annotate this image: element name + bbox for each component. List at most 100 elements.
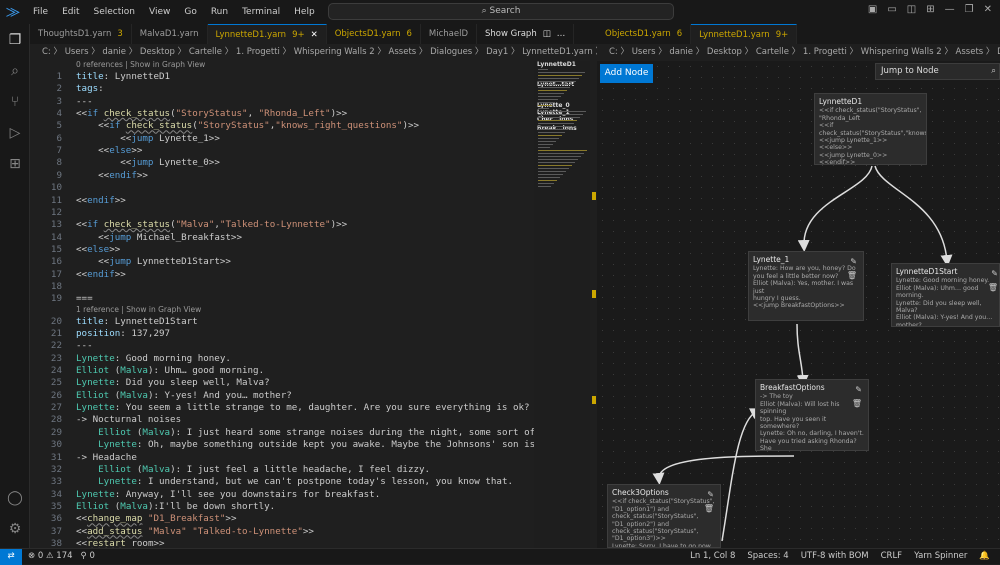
graph-node[interactable]: LynnetteD1Start Lynette: Good morning hon…: [891, 263, 1000, 327]
explorer-icon[interactable]: ❐: [0, 24, 30, 55]
code-line[interactable]: position: 137,297: [76, 328, 170, 339]
code-editor[interactable]: 0 references | Show in Graph View 1 title:…: [30, 61, 534, 548]
minimap[interactable]: LynnetteD1Lynet…tartLynette_0Lynette_1Ch…: [534, 61, 590, 548]
code-line[interactable]: ===: [76, 293, 93, 304]
breadcrumb-right[interactable]: C: 〉 Users 〉 danie 〉 Desktop 〉 Cartelle …: [597, 44, 1000, 61]
delete-node-icon[interactable]: 🗑: [988, 283, 998, 291]
code-line[interactable]: Elliot (Malva): Y-yes! And you… mother?: [76, 390, 292, 401]
layout-toggle-icon[interactable]: ▣: [868, 4, 877, 15]
ports-indicator[interactable]: ⚲ 0: [81, 549, 95, 564]
code-line[interactable]: <<jump Michael_Breakfast>>: [76, 232, 242, 243]
code-line[interactable]: ---: [76, 96, 93, 107]
code-line[interactable]: <<if check_status("StoryStatus","knows_r…: [76, 120, 419, 131]
extensions-icon[interactable]: ⊞: [0, 148, 30, 179]
delete-node-icon[interactable]: 🗑: [847, 271, 857, 279]
manage-gear-icon[interactable]: ⚙: [0, 513, 30, 544]
minimize-icon[interactable]: —: [945, 4, 955, 15]
tab-lynnette[interactable]: LynnetteD1.yarn 9+ ✕: [207, 24, 327, 44]
code-line[interactable]: Elliot (Malva): I just feel a little hea…: [76, 464, 430, 475]
graph-node[interactable]: Lynette_1 Lynette: How are you, honey? Do…: [748, 251, 864, 321]
code-line[interactable]: <<jump Lynette_1>>: [76, 133, 220, 144]
graph-node[interactable]: LynnetteD1 <<if check_status("StoryStatus…: [814, 93, 927, 165]
tab-objects[interactable]: ObjectsD1.yarn 6: [327, 24, 421, 44]
breadcrumb-left[interactable]: C: 〉 Users 〉 danie 〉 Desktop 〉 Cartelle …: [30, 44, 597, 61]
problems-indicator[interactable]: ⊗ 0 ⚠ 174: [28, 549, 73, 564]
sidebar-toggle-icon[interactable]: ◫: [907, 4, 916, 15]
close-window-icon[interactable]: ✕: [984, 4, 992, 15]
code-line[interactable]: tags:: [76, 83, 104, 94]
delete-node-icon[interactable]: 🗑: [704, 504, 714, 512]
code-line[interactable]: <<change_map "D1_Breakfast">>: [76, 513, 236, 524]
code-line[interactable]: Lynette: Did you sleep well, Malva?: [76, 377, 270, 388]
code-line[interactable]: <<endif>>: [76, 269, 126, 280]
code-line[interactable]: Elliot (Malva): Uhm… good morning.: [76, 365, 264, 376]
edit-node-icon[interactable]: ✎: [991, 269, 998, 277]
indentation[interactable]: Spaces: 4: [747, 549, 788, 564]
add-node-button[interactable]: Add Node: [600, 64, 653, 83]
code-line[interactable]: Elliot (Malva):I'll be down shortly.: [76, 501, 275, 512]
graph-view[interactable]: LynnetteD1 <<if check_status("StoryStatus…: [597, 61, 1000, 548]
editor-scrollbar[interactable]: [590, 61, 596, 548]
split-editor-icon[interactable]: ◫: [543, 24, 551, 44]
menu-view[interactable]: View: [142, 7, 177, 17]
code-line[interactable]: Elliot (Malva): I just heard some strang…: [76, 427, 534, 438]
graph-node[interactable]: Check3Options <<if check_status("StorySta…: [607, 484, 721, 548]
code-line[interactable]: <<endif>>: [76, 170, 148, 181]
code-line[interactable]: Lynette: Good morning honey.: [76, 353, 231, 364]
code-line[interactable]: <<jump LynnetteD1Start>>: [76, 256, 231, 267]
code-line[interactable]: Lynette: Anyway, I'll see you downstairs…: [76, 489, 380, 500]
code-line[interactable]: Lynette: You seem a little strange to me…: [76, 402, 530, 413]
command-center-search[interactable]: ⌕ Search: [328, 3, 674, 20]
tab-objects-right[interactable]: ObjectsD1.yarn 6: [597, 24, 692, 44]
menu-run[interactable]: Run: [204, 7, 235, 17]
edit-node-icon[interactable]: ✎: [707, 490, 714, 498]
code-line[interactable]: <<jump Lynette_0>>: [76, 157, 220, 168]
panel-toggle-icon[interactable]: ▭: [887, 4, 896, 15]
end-of-line[interactable]: CRLF: [881, 549, 902, 564]
code-line[interactable]: <<else>>: [76, 244, 120, 255]
account-icon[interactable]: ◯: [0, 482, 30, 513]
code-line[interactable]: <<if check_status("StoryStatus", "Rhonda…: [76, 108, 347, 119]
graph-node[interactable]: BreakfastOptions -> The toy Elliot (Malva…: [755, 379, 869, 451]
edit-node-icon[interactable]: ✎: [855, 385, 862, 393]
tab-lynnette-right[interactable]: LynnetteD1.yarn 9+: [691, 24, 798, 44]
code-line[interactable]: Lynette: I understand, but we can't post…: [76, 476, 513, 487]
menu-go[interactable]: Go: [177, 7, 203, 17]
code-line[interactable]: <<endif>>: [76, 195, 126, 206]
source-control-icon[interactable]: ⑂: [0, 86, 30, 117]
code-lens[interactable]: 1 reference | Show in Graph View: [76, 305, 201, 314]
search-view-icon[interactable]: ⌕: [0, 55, 30, 86]
delete-node-icon[interactable]: 🗑: [852, 399, 862, 407]
code-lens[interactable]: 0 references | Show in Graph View: [76, 61, 205, 69]
tab-thoughts[interactable]: ThoughtsD1.yarn 3: [30, 24, 132, 44]
code-line[interactable]: <<else>>: [76, 145, 142, 156]
code-line[interactable]: <<restart room>>: [76, 538, 165, 548]
tab-michael[interactable]: MichaelD: [421, 24, 477, 44]
run-debug-icon[interactable]: ▷: [0, 117, 30, 148]
tab-malva[interactable]: MalvaD1.yarn: [132, 24, 208, 44]
customize-layout-icon[interactable]: ⊞: [926, 4, 934, 15]
restore-icon[interactable]: ❐: [965, 4, 974, 15]
menu-terminal[interactable]: Terminal: [235, 7, 287, 17]
menu-edit[interactable]: Edit: [55, 7, 86, 17]
jump-to-node-input[interactable]: Jump to Node ⌕: [875, 63, 1000, 80]
code-line[interactable]: ---: [76, 340, 93, 351]
encoding[interactable]: UTF-8 with BOM: [801, 549, 869, 564]
code-line[interactable]: <<if check_status("Malva","Talked-to-Lyn…: [76, 219, 347, 230]
close-tab-icon[interactable]: ✕: [311, 25, 318, 44]
menu-help[interactable]: Help: [287, 7, 322, 17]
cursor-position[interactable]: Ln 1, Col 8: [690, 549, 735, 564]
more-actions-icon[interactable]: …: [557, 24, 566, 44]
notifications-bell-icon[interactable]: 🔔: [979, 549, 990, 564]
menu-file[interactable]: File: [26, 7, 55, 17]
language-mode[interactable]: Yarn Spinner: [914, 549, 967, 564]
show-graph-button[interactable]: Show Graph ◫…: [477, 24, 575, 44]
code-line[interactable]: -> Headache: [76, 452, 137, 463]
code-line[interactable]: <<add_status "Malva" "Talked-to-Lynnette…: [76, 526, 314, 537]
code-line[interactable]: title: LynnetteD1Start: [76, 316, 198, 327]
code-line[interactable]: -> Nocturnal noises: [76, 414, 181, 425]
code-line[interactable]: Lynette: Oh, maybe something outside kep…: [76, 439, 534, 450]
remote-icon[interactable]: ⇄: [0, 549, 22, 565]
code-line[interactable]: title: LynnetteD1: [76, 71, 170, 82]
edit-node-icon[interactable]: ✎: [850, 257, 857, 265]
